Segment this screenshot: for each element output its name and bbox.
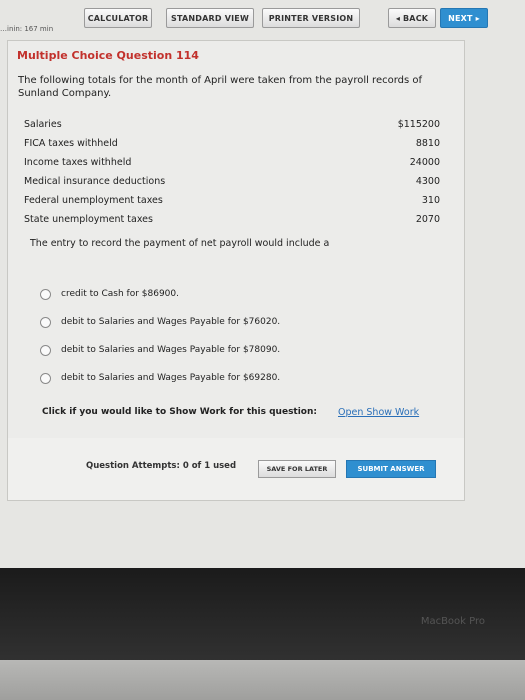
radio-button[interactable] (40, 344, 51, 356)
payroll-label: FICA taxes withheld (24, 138, 118, 149)
next-button[interactable]: NEXT ▸ (440, 8, 488, 28)
save-for-later-button[interactable]: SAVE FOR LATER (258, 460, 336, 478)
standard-view-button[interactable]: STANDARD VIEW (166, 8, 254, 28)
choice-label: credit to Cash for $86900. (61, 289, 179, 299)
show-work-label: Click if you would like to Show Work for… (42, 407, 317, 417)
choice-label: debit to Salaries and Wages Payable for … (61, 373, 281, 383)
payroll-amount: 2070 (415, 214, 440, 225)
screen: CALCULATOR STANDARD VIEW PRINTER VERSION… (0, 0, 525, 568)
payroll-amount: 4300 (415, 176, 440, 187)
choice-label: debit to Salaries and Wages Payable for … (61, 317, 281, 327)
payroll-row: FICA taxes withheld 8810 (8, 138, 464, 152)
payroll-row: Federal unemployment taxes 310 (8, 195, 464, 209)
question-panel: Multiple Choice Question 114 The followi… (7, 40, 465, 440)
open-show-work-link[interactable]: Open Show Work (338, 407, 419, 418)
payroll-amount: 24000 (409, 157, 440, 168)
answer-choice[interactable]: debit to Salaries and Wages Payable for … (40, 314, 280, 330)
payroll-label: Salaries (24, 119, 62, 130)
payroll-label: Medical insurance deductions (24, 176, 166, 187)
footer-bar: Question Attempts: 0 of 1 used SAVE FOR … (7, 438, 465, 501)
payroll-row: Income taxes withheld 24000 (8, 157, 464, 171)
answer-choice[interactable]: debit to Salaries and Wages Payable for … (40, 370, 280, 386)
calculator-button[interactable]: CALCULATOR (84, 8, 152, 28)
attempts-text: Question Attempts: 0 of 1 used (86, 461, 237, 471)
submit-answer-button[interactable]: SUBMIT ANSWER (346, 460, 436, 478)
payroll-amount: 8810 (415, 138, 440, 149)
payroll-amount: 310 (421, 195, 440, 206)
toolbar: CALCULATOR STANDARD VIEW PRINTER VERSION… (0, 0, 525, 34)
payroll-row: Salaries $115200 (8, 119, 464, 133)
back-button[interactable]: ◂ BACK (388, 8, 436, 28)
answer-choice[interactable]: debit to Salaries and Wages Payable for … (40, 342, 280, 358)
payroll-label: Federal unemployment taxes (24, 195, 163, 206)
radio-button[interactable] (40, 288, 51, 300)
timer-text: …inin: 167 min (0, 25, 54, 33)
keyboard-edge (0, 660, 525, 700)
payroll-row: Medical insurance deductions 4300 (8, 176, 464, 190)
radio-button[interactable] (40, 372, 51, 384)
question-intro: The following totals for the month of Ap… (18, 75, 423, 99)
printer-version-button[interactable]: PRINTER VERSION (262, 8, 360, 28)
payroll-label: Income taxes withheld (24, 157, 132, 168)
question-prompt: The entry to record the payment of net p… (30, 238, 330, 249)
payroll-label: State unemployment taxes (24, 214, 153, 225)
question-title: Multiple Choice Question 114 (17, 49, 199, 62)
choice-label: debit to Salaries and Wages Payable for … (61, 345, 281, 355)
payroll-row: State unemployment taxes 2070 (8, 214, 464, 228)
payroll-amount: $115200 (397, 119, 440, 130)
answer-choice[interactable]: credit to Cash for $86900. (40, 286, 179, 302)
radio-button[interactable] (40, 316, 51, 328)
bezel-brand: MacBook Pro (420, 616, 485, 627)
